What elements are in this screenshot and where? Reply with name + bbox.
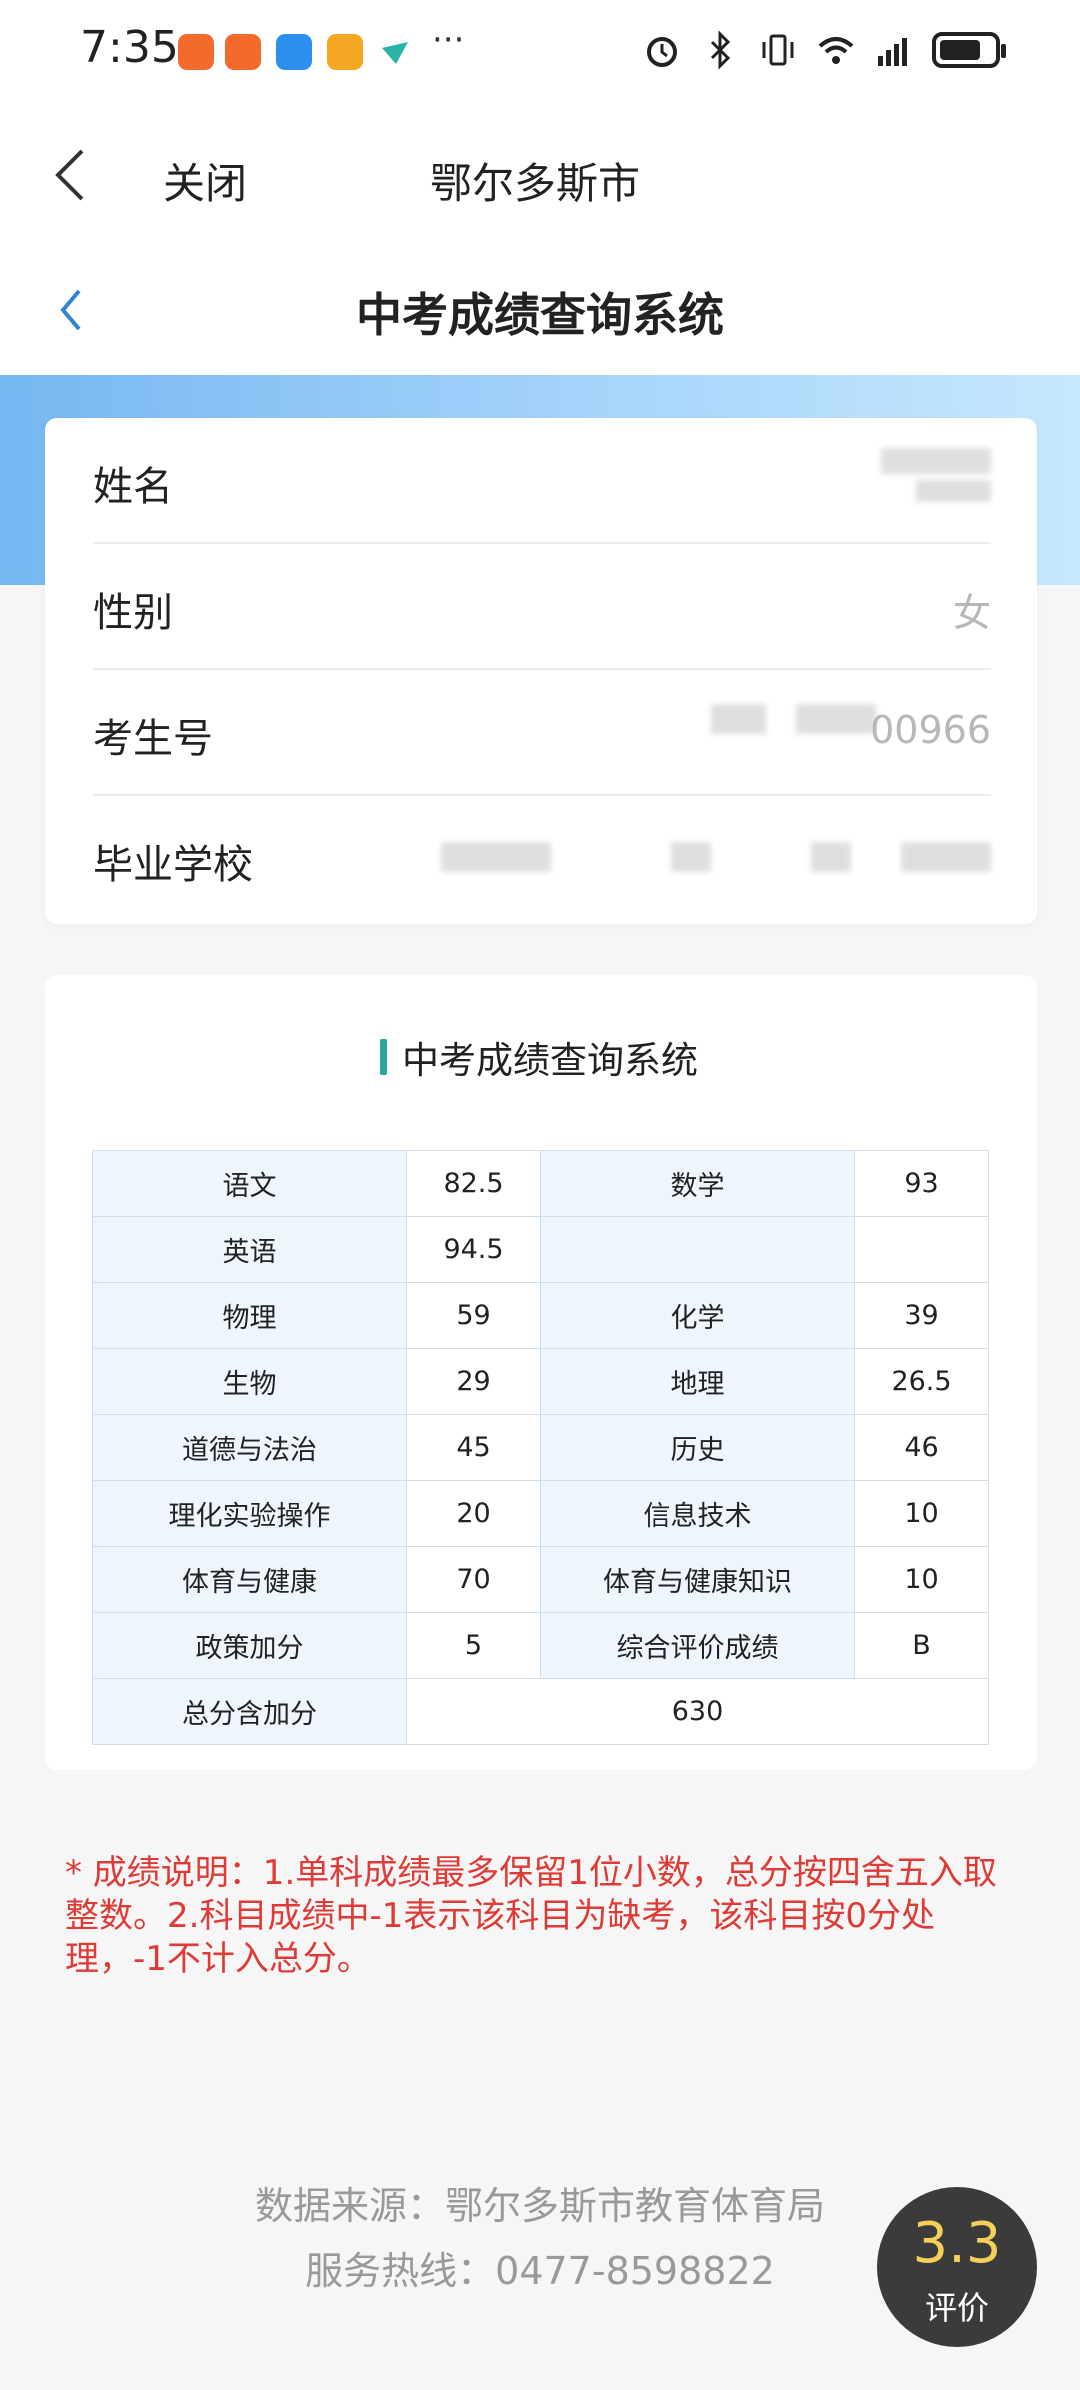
- back-arrow-icon[interactable]: [50, 145, 90, 205]
- exam-id-redacted: [796, 704, 876, 734]
- table-row: 物理 59 化学 39: [92, 1282, 989, 1349]
- table-row: 语文 82.5 数学 93: [92, 1150, 989, 1217]
- subject-score: 20: [406, 1480, 541, 1547]
- subject-score: [854, 1216, 989, 1283]
- table-row: 政策加分 5 综合评价成绩 B: [92, 1612, 989, 1679]
- score-table-title: 中考成绩查询系统: [402, 1039, 698, 1082]
- subject-label: 数学: [540, 1150, 855, 1217]
- wifi-icon: [818, 37, 854, 64]
- title-accent-bar: [380, 1039, 387, 1075]
- score-card: 中考成绩查询系统 语文 82.5 数学 93 英语 94.5 物理 59 化学 …: [45, 975, 1037, 1770]
- school-value-redacted: [811, 842, 851, 872]
- browser-nav-bar: 关闭 鄂尔多斯市: [0, 105, 1080, 245]
- subject-label: 生物: [92, 1348, 407, 1415]
- subject-score: 39: [854, 1282, 989, 1349]
- rating-button[interactable]: 3.3 评价: [877, 2187, 1037, 2347]
- subject-score: 82.5: [406, 1150, 541, 1217]
- app-notification-icon: [225, 34, 261, 70]
- cloud-app-icon: [276, 34, 312, 70]
- alarm-icon: [647, 37, 677, 67]
- page: 7:35 ··· 关闭 鄂尔多斯市 中考成绩查询系统 姓名 性别 女 考生号 0…: [0, 0, 1080, 2390]
- score-note: * 成绩说明：1.单科成绩最多保留1位小数，总分按四舍五入取整数。2.科目成绩中…: [65, 1853, 997, 1979]
- subject-score: B: [854, 1612, 989, 1679]
- total-label: 总分含加分: [92, 1678, 407, 1745]
- school-value-redacted: [671, 842, 711, 872]
- status-bar: 7:35 ···: [0, 0, 1080, 105]
- info-row-school: 毕业学校: [93, 796, 991, 922]
- gender-label: 性别: [93, 590, 173, 636]
- subject-score: 5: [406, 1612, 541, 1679]
- more-notifications-icon: ···: [432, 20, 465, 60]
- battery-icon: [932, 32, 1006, 68]
- subject-label: 综合评价成绩: [540, 1612, 855, 1679]
- subject-label: 化学: [540, 1282, 855, 1349]
- score-table: 语文 82.5 数学 93 英语 94.5 物理 59 化学 39 生物 29 …: [92, 1150, 989, 1745]
- subject-label: 物理: [92, 1282, 407, 1349]
- subject-score: 59: [406, 1282, 541, 1349]
- subject-label: 体育与健康知识: [540, 1546, 855, 1613]
- table-row: 体育与健康 70 体育与健康知识 10: [92, 1546, 989, 1613]
- subject-score: 70: [406, 1546, 541, 1613]
- page-title: 中考成绩查询系统: [356, 288, 724, 342]
- subject-label: 体育与健康: [92, 1546, 407, 1613]
- status-time: 7:35: [80, 22, 179, 73]
- exam-id-redacted: [711, 704, 766, 734]
- subject-label: 历史: [540, 1414, 855, 1481]
- subject-label: 英语: [92, 1216, 407, 1283]
- subject-score: 93: [854, 1150, 989, 1217]
- subject-score: 46: [854, 1414, 989, 1481]
- subject-label: 理化实验操作: [92, 1480, 407, 1547]
- app-notification-icon: [178, 34, 214, 70]
- system-status-icons: [642, 30, 1006, 70]
- table-row: 理化实验操作 20 信息技术 10: [92, 1480, 989, 1547]
- school-value-redacted: [441, 842, 551, 872]
- gender-value: 女: [952, 591, 991, 635]
- exam-id-value: 00966: [870, 708, 991, 752]
- exam-id-label: 考生号: [93, 716, 213, 762]
- table-row: 英语 94.5: [92, 1216, 989, 1283]
- table-row-total: 总分含加分 630: [92, 1678, 989, 1745]
- name-value-redacted: [881, 448, 991, 474]
- subject-label: [540, 1216, 855, 1283]
- vibrate-icon: [762, 34, 794, 66]
- bird-app-icon: [378, 34, 414, 70]
- info-row-gender: 性别 女: [93, 544, 991, 670]
- signal-4g-icon: [878, 38, 907, 66]
- subject-score: 10: [854, 1480, 989, 1547]
- subject-label: 政策加分: [92, 1612, 407, 1679]
- name-value-redacted: [916, 480, 991, 502]
- bluetooth-icon: [710, 30, 731, 70]
- close-button[interactable]: 关闭: [163, 150, 247, 211]
- rating-label: 评价: [924, 2289, 989, 2327]
- total-score: 630: [406, 1678, 989, 1745]
- rating-score: 3.3: [912, 2211, 1002, 2276]
- name-label: 姓名: [93, 464, 173, 510]
- app-notification-icon: [327, 34, 363, 70]
- table-row: 生物 29 地理 26.5: [92, 1348, 989, 1415]
- student-info-card: 姓名 性别 女 考生号 00966 毕业学校: [45, 418, 1037, 924]
- subject-label: 语文: [92, 1150, 407, 1217]
- subject-score: 94.5: [406, 1216, 541, 1283]
- subject-label: 地理: [540, 1348, 855, 1415]
- info-row-exam-id: 考生号 00966: [93, 670, 991, 796]
- nav-title: 鄂尔多斯市: [430, 159, 641, 208]
- subject-score: 26.5: [854, 1348, 989, 1415]
- table-row: 道德与法治 45 历史 46: [92, 1414, 989, 1481]
- page-header: 中考成绩查询系统: [0, 245, 1080, 375]
- subject-score: 29: [406, 1348, 541, 1415]
- subject-label: 信息技术: [540, 1480, 855, 1547]
- info-row-name: 姓名: [93, 418, 991, 544]
- subject-score: 45: [406, 1414, 541, 1481]
- subject-label: 道德与法治: [92, 1414, 407, 1481]
- school-value-redacted: [901, 842, 991, 872]
- subject-score: 10: [854, 1546, 989, 1613]
- school-label: 毕业学校: [93, 842, 253, 888]
